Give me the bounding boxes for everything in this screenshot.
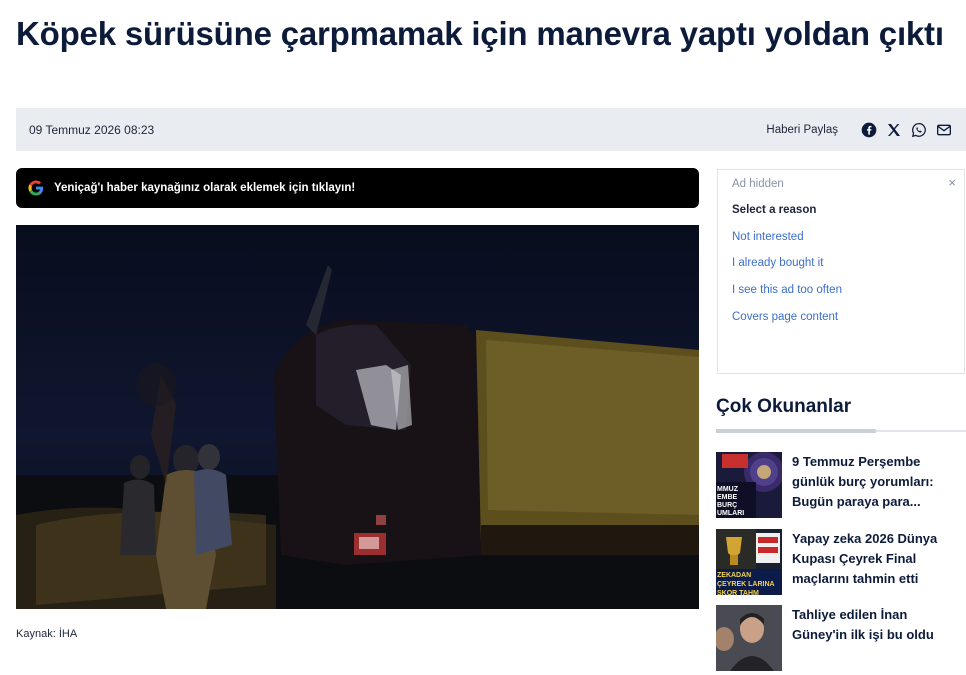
article-photo — [16, 225, 699, 609]
ad-option-too-often[interactable]: I see this ad too often — [732, 284, 842, 296]
share-label: Haberi Paylaş — [766, 123, 838, 136]
most-read-item[interactable]: Tahliye edilen İnan Güney'in ilk işi bu … — [716, 605, 966, 675]
hidden-ad-panel: Ad hidden × Select a reason Not interest… — [717, 169, 965, 374]
most-read-item[interactable]: ZEKADAN ÇEYREK LARINA SKOR TAHM Yapay ze… — [716, 529, 966, 599]
ad-hidden-label: Ad hidden — [732, 178, 784, 190]
most-read-item[interactable]: MMUZ EMBE BURÇ UMLARI 9 Temmuz Perşembe … — [716, 452, 966, 522]
news-title: 9 Temmuz Perşembe günlük burç yorumları:… — [792, 454, 934, 509]
section-divider-accent — [716, 429, 876, 433]
google-icon — [27, 179, 45, 197]
thumb-caption: MMUZ EMBE BURÇ UMLARI — [717, 486, 745, 517]
news-thumbnail: ZEKADAN ÇEYREK LARINA SKOR TAHM — [716, 529, 782, 595]
article-meta-bar: 09 Temmuz 2026 08:23 Haberi Paylaş — [16, 108, 966, 151]
mail-icon[interactable] — [936, 122, 952, 138]
google-news-banner[interactable]: Yeniçağ'ı haber kaynağınız olarak ekleme… — [16, 168, 699, 208]
news-thumbnail — [716, 605, 782, 671]
google-banner-text: Yeniçağ'ı haber kaynağınız olarak ekleme… — [54, 182, 356, 194]
ad-reason-title: Select a reason — [732, 204, 817, 216]
news-title: Yapay zeka 2026 Dünya Kupası Çeyrek Fina… — [792, 531, 938, 586]
whatsapp-icon[interactable] — [911, 122, 927, 138]
x-icon[interactable] — [886, 122, 902, 138]
most-read-title: Çok Okunanlar — [716, 396, 852, 417]
news-title: Tahliye edilen İnan Güney'in ilk işi bu … — [792, 607, 934, 642]
close-icon[interactable]: × — [948, 175, 956, 190]
ad-option-not-interested[interactable]: Not interested — [732, 231, 804, 243]
source-value: İHA — [58, 628, 78, 640]
source-label: Kaynak: — [16, 628, 56, 640]
share-bar: Haberi Paylaş — [766, 122, 952, 138]
facebook-icon[interactable] — [861, 122, 877, 138]
article-source: Kaynak: İHA — [16, 628, 77, 640]
publish-date: 09 Temmuz 2026 08:23 — [29, 122, 155, 137]
news-thumbnail: MMUZ EMBE BURÇ UMLARI — [716, 452, 782, 518]
article-headline: Köpek sürüsüne çarpmamak için manevra ya… — [16, 15, 944, 52]
ad-option-covers-content[interactable]: Covers page content — [732, 311, 838, 323]
ad-option-already-bought[interactable]: I already bought it — [732, 257, 823, 269]
thumb-caption: ZEKADAN ÇEYREK LARINA SKOR TAHM — [717, 572, 775, 595]
